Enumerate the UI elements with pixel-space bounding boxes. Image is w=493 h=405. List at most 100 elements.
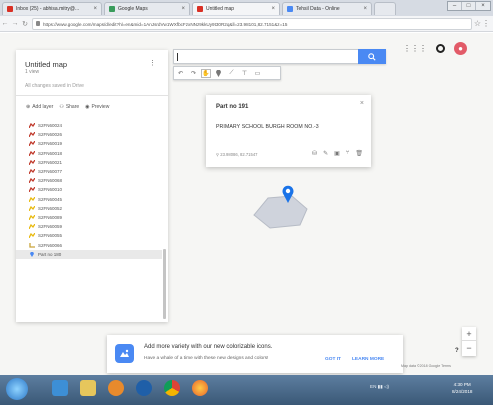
list-item[interactable]: S2FN60077 [16, 167, 162, 176]
colorizable-icons-icon [115, 344, 134, 363]
tab-label: Google Maps [118, 6, 148, 12]
close-tab-icon[interactable]: × [360, 6, 367, 12]
reload-icon[interactable]: ↻ [20, 20, 30, 28]
internet-explorer-icon[interactable] [52, 380, 68, 396]
ruler-icon[interactable]: ▭ [251, 67, 264, 79]
map-title[interactable]: Untitled map [25, 60, 67, 69]
list-item[interactable]: S2FN60018 [16, 149, 162, 158]
map-pin-icon[interactable] [282, 185, 294, 203]
new-tab-button[interactable] [374, 2, 396, 15]
browser-menu-icon[interactable]: ⋮ [482, 19, 490, 28]
card-description: PRIMARY SCHOOL BURGH ROOM NO.-3 [216, 124, 319, 130]
learn-more-button[interactable]: LEARN MORE [352, 357, 384, 362]
close-tab-icon[interactable]: × [90, 6, 97, 12]
tab-untitled-map[interactable]: Untitled map × [192, 2, 280, 15]
media-player-icon[interactable] [108, 380, 124, 396]
maps-icon [109, 6, 115, 12]
chrome-icon[interactable] [164, 380, 180, 396]
avatar[interactable]: ● [454, 42, 467, 55]
map-attribution[interactable]: Map data ©2018 Google Terms [401, 364, 451, 368]
help-button[interactable]: ? [455, 348, 459, 354]
search-input[interactable] [173, 49, 386, 64]
list-item[interactable]: S2FN60010 [16, 185, 162, 194]
undo-icon[interactable]: ↶ [174, 67, 187, 79]
list-item[interactable]: S2FN60021 [16, 158, 162, 167]
line-icon[interactable]: ⟋ [225, 67, 238, 79]
back-icon[interactable]: ← [0, 20, 10, 27]
system-clock[interactable]: 4:30 PM 8/24/2018 [452, 381, 472, 395]
list-item-selected[interactable]: Part no 180 [16, 249, 162, 259]
item-label: Part no 180 [38, 251, 62, 257]
item-label: S2FN60089 [38, 214, 63, 220]
volume-icon: ◁) [384, 384, 390, 389]
banner-subtitle: Have a whale of a time with these new de… [144, 356, 269, 361]
list-item[interactable]: S2FN60089 [16, 213, 162, 222]
add-layer-button[interactable]: ⊕ Add layer [26, 104, 53, 110]
item-label: S2FN60019 [38, 141, 63, 147]
list-item[interactable]: S2FN60019 [16, 139, 162, 148]
list-item[interactable]: S2FN60052 [16, 204, 162, 213]
list-item[interactable]: S2FN60024 [16, 121, 162, 130]
map-polygon[interactable] [250, 195, 310, 229]
minimize-button[interactable]: – [448, 2, 462, 10]
preview-button[interactable]: ◉ Preview [85, 104, 109, 110]
list-item[interactable]: S2FN60045 [16, 195, 162, 204]
hp-icon[interactable] [136, 380, 152, 396]
list-item[interactable]: S2FN60059 [16, 222, 162, 231]
close-window-button[interactable]: × [476, 2, 490, 10]
item-label: S2FN60059 [38, 224, 63, 230]
close-tab-icon[interactable]: × [178, 6, 185, 12]
zoom-in-button[interactable]: + [462, 327, 476, 341]
directions-icon[interactable]: ⑂ [346, 150, 350, 157]
search-button[interactable] [358, 49, 386, 64]
maximize-button[interactable]: □ [462, 2, 476, 10]
bookmark-star-icon[interactable]: ☆ [474, 19, 481, 28]
list-item[interactable]: S2FN60068 [16, 176, 162, 185]
redo-icon[interactable]: ↷ [187, 67, 200, 79]
line-feature-icon [29, 187, 35, 193]
list-item[interactable]: S2FN60055 [16, 231, 162, 240]
share-button[interactable]: ⚇ Share [59, 104, 79, 110]
delete-icon[interactable]: 🗑 [355, 150, 363, 157]
marker-icon[interactable] [212, 67, 225, 79]
firefox-icon[interactable] [192, 380, 208, 396]
card-title: Part no 191 [216, 104, 249, 110]
edit-pencil-icon[interactable]: ✎ [323, 150, 328, 157]
tab-inbox[interactable]: Inbox (25) - abhisa.mitry@... × [2, 2, 102, 15]
address-bar[interactable]: https://www.google.com/maps/d/edit?hl=en… [32, 18, 472, 30]
line-feature-icon [29, 123, 35, 129]
close-icon[interactable]: × [360, 100, 364, 107]
tab-tehsil-data[interactable]: Tehsil Data - Online × [282, 2, 372, 15]
got-it-button[interactable]: GOT IT [325, 357, 341, 362]
line-feature-icon [29, 224, 35, 230]
style-paint-icon[interactable]: ⛁ [312, 150, 317, 157]
close-tab-icon[interactable]: × [268, 6, 275, 12]
text-cursor [177, 53, 178, 61]
place-marker-icon [30, 251, 34, 257]
hand-icon[interactable]: ✋ [201, 68, 211, 78]
list-item[interactable]: S2FN60066 [16, 240, 162, 249]
filter-icon[interactable]: ⊤ [238, 67, 251, 79]
tab-label: Untitled map [206, 6, 235, 12]
line-feature-icon [29, 233, 35, 239]
item-label: S2FN60055 [38, 233, 63, 239]
apps-grid-icon[interactable]: ⋮⋮⋮ [403, 44, 427, 53]
camera-icon[interactable]: ▣ [334, 150, 340, 157]
line-feature-icon [29, 141, 35, 147]
map-toolbar: ↶ ↷ ✋ ⟋ ⊤ ▭ [173, 66, 281, 80]
notifications-icon[interactable] [436, 44, 445, 53]
start-button[interactable] [6, 378, 28, 400]
file-explorer-icon[interactable] [80, 380, 96, 396]
panel-scrollbar[interactable] [163, 249, 166, 319]
zoom-out-button[interactable]: − [462, 341, 476, 355]
item-label: S2FN60021 [38, 159, 63, 165]
tab-google-maps[interactable]: Google Maps × [104, 2, 190, 15]
line-feature-icon [29, 150, 35, 156]
list-item[interactable]: S2FN60026 [16, 130, 162, 139]
map-views: 1 view [25, 69, 40, 75]
save-status: All changes saved in Drive [25, 83, 84, 89]
system-tray[interactable]: EN ▮▮ ◁) [370, 384, 389, 390]
forward-icon[interactable]: → [10, 20, 20, 27]
line-feature-icon [29, 205, 35, 211]
more-options-icon[interactable]: ⋮ [149, 59, 156, 67]
